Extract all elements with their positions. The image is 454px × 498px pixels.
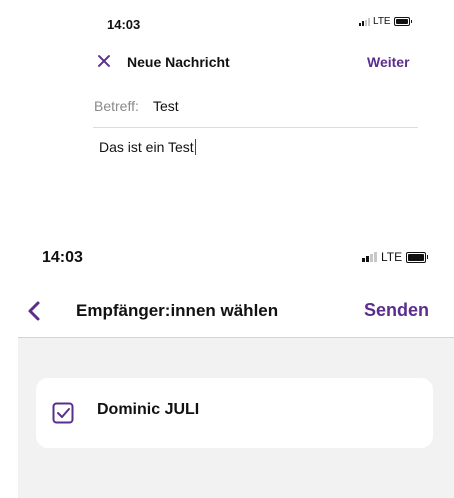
battery-icon bbox=[406, 251, 429, 263]
network-label: LTE bbox=[381, 250, 403, 264]
message-body-field[interactable]: Das ist ein Test bbox=[99, 139, 197, 155]
list-item[interactable] bbox=[36, 378, 433, 448]
chevron-left-icon bbox=[28, 301, 40, 321]
signal-icon bbox=[362, 252, 377, 262]
back-button[interactable] bbox=[24, 300, 46, 322]
battery-icon bbox=[393, 17, 412, 26]
message-body-text: Das ist ein Test bbox=[99, 139, 194, 155]
status-time: 14:03 bbox=[107, 17, 141, 32]
send-button[interactable]: Senden bbox=[364, 300, 429, 321]
network-label: LTE bbox=[373, 16, 391, 27]
checkbox-checked-icon[interactable] bbox=[52, 402, 74, 424]
recipient-name: Dominic JULI bbox=[97, 401, 200, 418]
next-button[interactable]: Weiter bbox=[367, 54, 410, 70]
status-indicators: LTE bbox=[359, 16, 412, 27]
page-title: Neue Nachricht bbox=[127, 54, 230, 70]
subject-field[interactable]: Test bbox=[153, 98, 179, 114]
divider bbox=[93, 127, 418, 128]
close-icon[interactable] bbox=[96, 53, 112, 69]
status-time: 14:03 bbox=[42, 249, 83, 266]
text-cursor bbox=[194, 139, 197, 155]
subject-label: Betreff: bbox=[94, 98, 139, 114]
page-title: Empfänger:innen wählen bbox=[76, 301, 279, 320]
status-indicators: LTE bbox=[362, 250, 429, 264]
signal-icon bbox=[359, 17, 370, 26]
